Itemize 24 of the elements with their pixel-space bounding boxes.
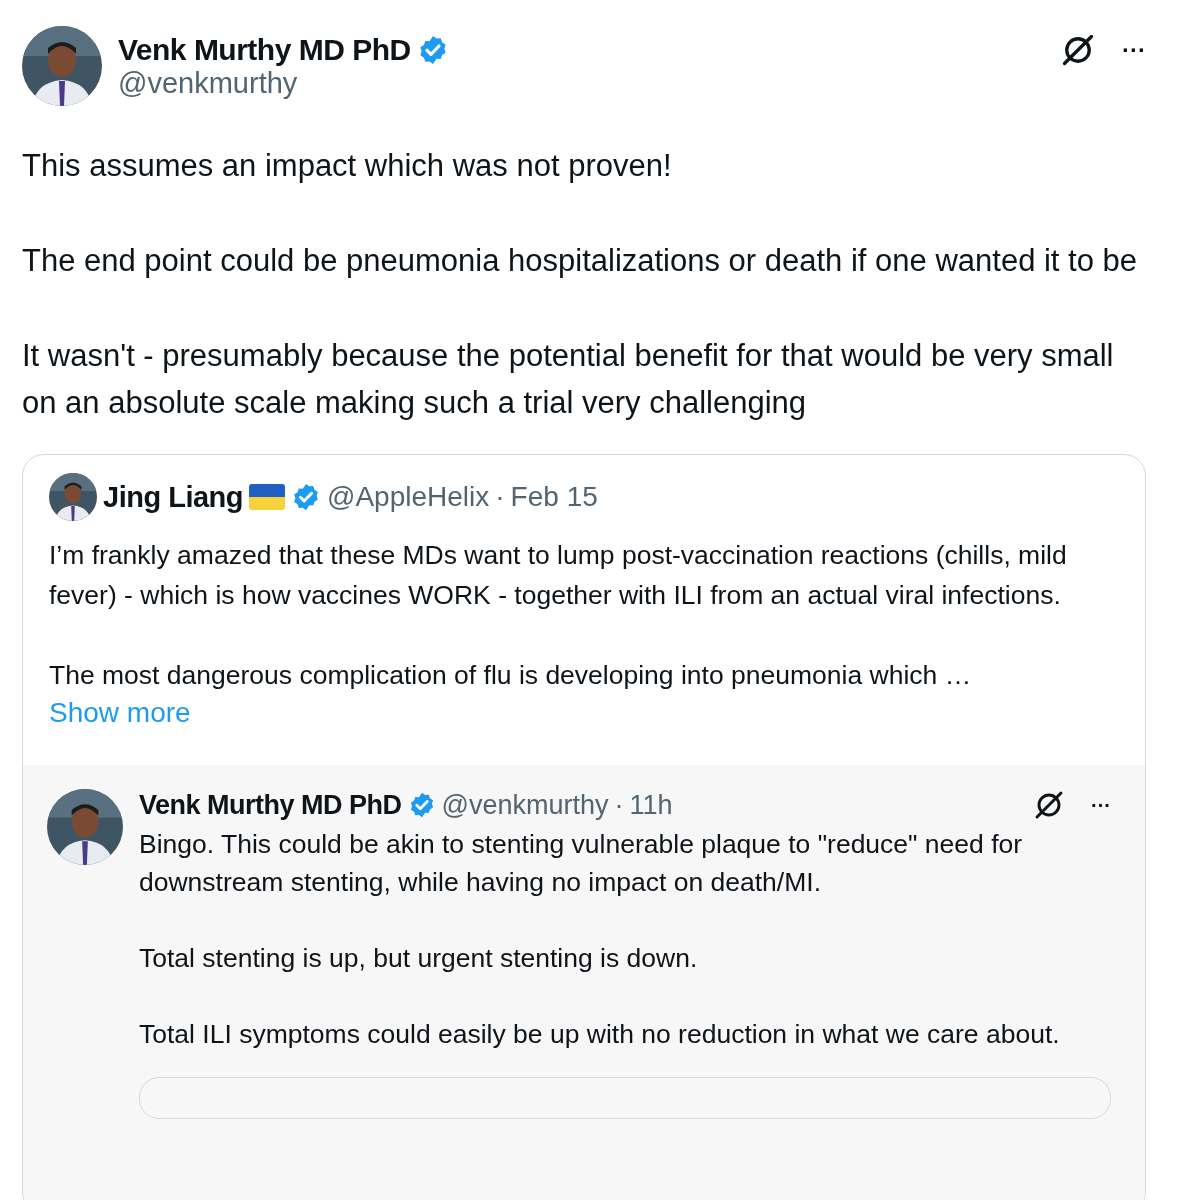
separator: ·	[614, 789, 624, 821]
slashed-circle-icon[interactable]	[1060, 32, 1096, 68]
author-handle[interactable]: @AppleHelix	[327, 481, 490, 513]
slashed-circle-icon[interactable]	[1033, 789, 1065, 821]
quoted-text: The most dangerous complication of flu is developing into pneumonia which …	[49, 659, 973, 692]
post-text: The end point could be pneumonia hospitalizations or death if one wanted it to be	[22, 242, 1139, 280]
reply-text: Bingo. This could be akin to stenting vulnerable plaque to "reduce" need for downstream stenting, while having no impact on death/MI.	[139, 828, 1024, 899]
author-handle[interactable]: @venkmurthy	[441, 789, 609, 821]
author-handle[interactable]: @venkmurthy	[118, 66, 1044, 100]
post-date[interactable]: Feb 15	[510, 481, 598, 513]
post-time[interactable]: 11h	[629, 789, 673, 821]
embedded-reply-card[interactable]	[23, 765, 1145, 1200]
post-text: This assumes an impact which was not proven!	[22, 147, 673, 185]
author-name[interactable]: Venk Murthy MD PhD	[139, 789, 402, 821]
post-text: It wasn't - presumably because the potential benefit for that would be very small on an absolute scale making such a trial very challenging	[22, 337, 1115, 422]
more-button[interactable]: ···	[1091, 793, 1111, 817]
reply-text: Total stenting is up, but urgent stenting is down.	[139, 942, 699, 975]
author-name[interactable]: Jing Liang	[103, 480, 243, 514]
quoted-post-card[interactable]	[22, 454, 1146, 1200]
more-button[interactable]: ···	[1122, 36, 1146, 64]
reply-text: Total ILI symptoms could easily be up with no reduction in what we care about.	[139, 1018, 1061, 1051]
quoted-text: I’m frankly amazed that these MDs want to lump post-vaccination reactions (chills, mild fever) - which is how vaccines WORK - together with ILI from an actual viral infections.	[49, 539, 1068, 612]
separator: ·	[495, 481, 505, 513]
author-name[interactable]: Venk Murthy MD PhD	[118, 32, 411, 67]
